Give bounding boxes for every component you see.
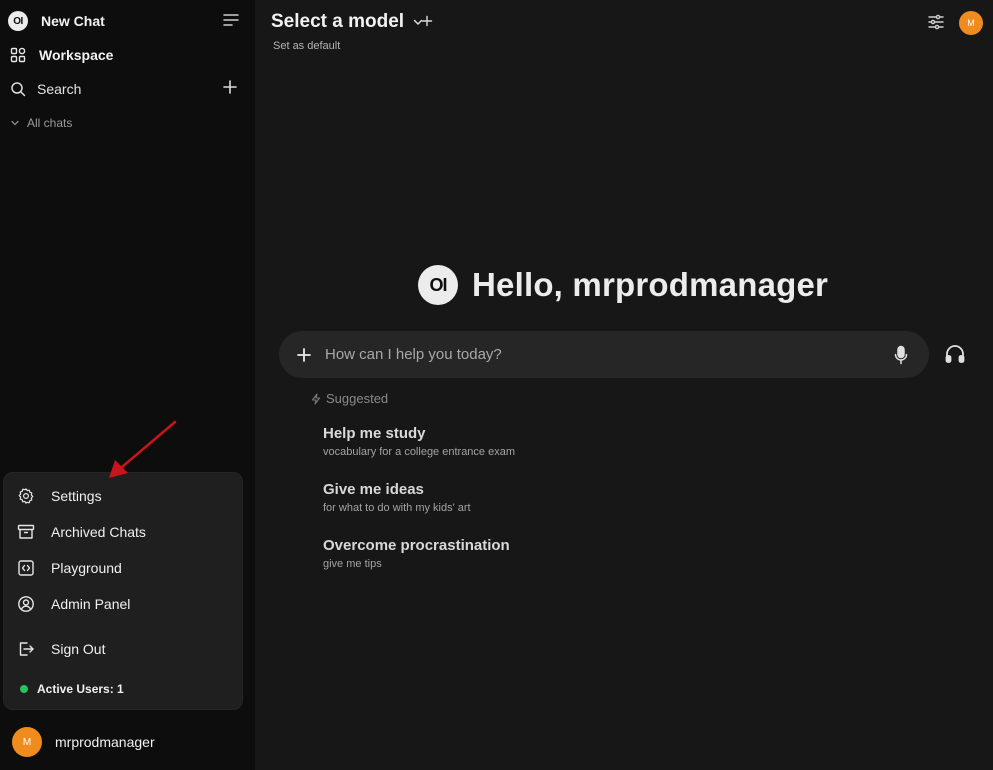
bolt-icon <box>311 392 321 405</box>
active-users-status: Active Users: 1 <box>20 682 124 696</box>
avatar: M <box>959 11 983 35</box>
suggestion-subtitle: vocabulary for a college entrance exam <box>323 446 515 458</box>
suggestion-subtitle: give me tips <box>323 558 382 570</box>
search-icon <box>8 79 28 99</box>
set-as-default-link[interactable]: Set as default <box>273 40 340 52</box>
microphone-icon[interactable] <box>893 345 909 365</box>
menu-item-label: Sign Out <box>51 641 106 657</box>
menu-item-sign-out[interactable]: Sign Out <box>16 634 232 664</box>
user-profile-button[interactable]: M mrprodmanager <box>12 727 155 757</box>
menu-item-label: Settings <box>51 488 102 504</box>
user-name: mrprodmanager <box>55 734 155 750</box>
headphones-icon[interactable] <box>944 343 966 370</box>
top-user-avatar[interactable]: M <box>959 11 983 35</box>
suggestion-title: Help me study <box>323 425 426 442</box>
chat-input[interactable] <box>325 346 893 363</box>
chat-input-bar <box>279 331 929 378</box>
attach-plus-icon[interactable] <box>296 347 312 363</box>
all-chats-label: All chats <box>27 116 73 130</box>
suggestion-title: Overcome procrastination <box>323 537 510 554</box>
open-webui-logo-icon: OI <box>418 265 458 305</box>
menu-item-label: Playground <box>51 560 122 576</box>
sliders-icon[interactable] <box>927 13 945 36</box>
menu-item-archived-chats[interactable]: Archived Chats <box>16 517 232 547</box>
new-chat-label: New Chat <box>41 13 105 29</box>
code-icon <box>16 558 36 578</box>
suggestion-item[interactable]: Help me study vocabulary for a college e… <box>323 425 623 458</box>
plus-icon[interactable] <box>222 79 238 100</box>
archive-icon <box>16 522 36 542</box>
toggle-sidebar-icon[interactable] <box>222 11 240 34</box>
new-chat-button[interactable]: OI New Chat <box>8 6 248 36</box>
workspace-link[interactable]: Workspace <box>8 40 248 70</box>
workspace-label: Workspace <box>39 47 114 63</box>
open-webui-logo-icon: OI <box>8 11 28 31</box>
avatar: M <box>12 727 42 757</box>
menu-item-label: Admin Panel <box>51 596 131 612</box>
suggested-heading: Suggested <box>311 391 388 406</box>
gear-icon <box>16 486 36 506</box>
suggestion-item[interactable]: Overcome procrastination give me tips <box>323 537 623 570</box>
online-dot-icon <box>20 685 28 693</box>
model-selector-label: Select a model <box>271 11 405 32</box>
suggestion-subtitle: for what to do with my kids' art <box>323 502 471 514</box>
sidebar: OI New Chat Workspace Search All chats S… <box>0 0 255 770</box>
user-circle-icon <box>16 594 36 614</box>
active-users-label: Active Users: 1 <box>37 682 124 696</box>
main-area: Select a model Set as default M OI Hello… <box>255 0 993 770</box>
greeting: OI Hello, mrprodmanager <box>418 265 828 305</box>
menu-item-settings[interactable]: Settings <box>16 481 232 511</box>
all-chats-toggle[interactable]: All chats <box>10 116 72 130</box>
suggestion-title: Give me ideas <box>323 481 424 498</box>
search-label: Search <box>37 81 82 97</box>
model-selector[interactable]: Select a model <box>271 11 424 33</box>
grid-icon <box>8 45 28 65</box>
menu-item-playground[interactable]: Playground <box>16 553 232 583</box>
greeting-text: Hello, mrprodmanager <box>472 266 829 303</box>
menu-item-label: Archived Chats <box>51 524 146 540</box>
user-menu: Settings Archived Chats Playground Admin… <box>3 472 243 710</box>
menu-item-admin-panel[interactable]: Admin Panel <box>16 589 232 619</box>
logo-badge-text: OI <box>8 11 28 31</box>
chevron-down-icon <box>11 120 19 126</box>
suggested-label: Suggested <box>326 391 389 406</box>
search-button[interactable]: Search <box>8 74 248 104</box>
suggestion-item[interactable]: Give me ideas for what to do with my kid… <box>323 481 623 514</box>
sign-out-icon <box>16 639 36 659</box>
add-model-plus-icon[interactable] <box>420 14 434 33</box>
